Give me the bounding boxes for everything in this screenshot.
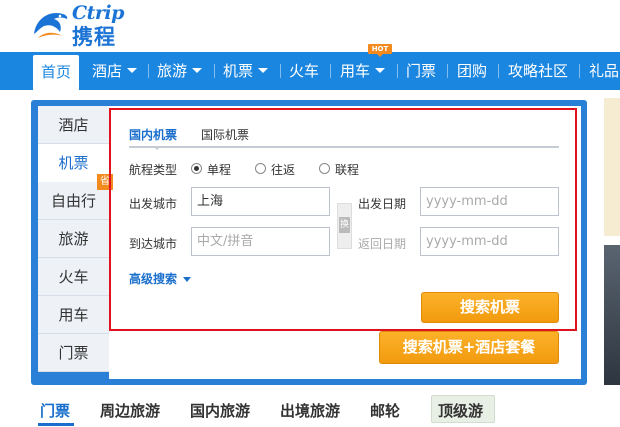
nav-home[interactable]: 首页 — [33, 55, 80, 90]
from-city-input[interactable]: 上海 — [191, 187, 330, 216]
side-tab-car[interactable]: 用车 — [38, 296, 109, 334]
depart-date-input[interactable]: yyyy-mm-dd — [420, 187, 559, 216]
nav-travel-label: 旅游 — [157, 62, 188, 80]
nav-divider — [579, 64, 580, 78]
radio-oneway-label[interactable]: 单程 — [207, 161, 231, 178]
nav-community[interactable]: 攻略社区 — [508, 52, 568, 90]
promo-banner[interactable] — [604, 98, 620, 236]
search-flight-hotel-button[interactable]: 搜索机票+酒店套餐 — [379, 331, 559, 364]
return-date-input[interactable]: yyyy-mm-dd — [420, 227, 559, 256]
nav-tickets[interactable]: 门票 — [406, 52, 436, 90]
nav-groupbuy[interactable]: 团购 — [457, 52, 487, 90]
bottom-tab-nearby[interactable]: 周边旅游 — [100, 400, 160, 421]
nav-divider — [498, 64, 499, 78]
advanced-search-label: 高级搜索 — [129, 272, 178, 286]
side-tab-hotel[interactable]: 酒店 — [38, 106, 109, 144]
bottom-tab-tickets[interactable]: 门票 — [40, 400, 70, 421]
promo-photo[interactable] — [604, 245, 620, 385]
tab-domestic-flights[interactable]: 国内机票 — [129, 126, 177, 150]
nav-gifts[interactable]: 礼品 — [589, 52, 619, 90]
hot-badge: HOT — [368, 44, 392, 57]
nav-divider — [330, 64, 331, 78]
nav-car[interactable]: 用车 — [340, 52, 386, 90]
brand-name-cn: 携程 — [72, 25, 116, 49]
dolphin-icon — [34, 12, 68, 38]
radio-oneway[interactable] — [191, 163, 202, 174]
nav-divider — [148, 64, 149, 78]
bottom-tab-domestic[interactable]: 国内旅游 — [190, 400, 250, 421]
radio-multicity[interactable] — [319, 163, 330, 174]
side-tab-travel[interactable]: 旅游 — [38, 220, 109, 258]
main-nav: 首页 酒店 旅游 机票 火车 用车 门票 团购 攻略社区 礼品 — [0, 52, 620, 90]
swap-cities-button[interactable]: 换 — [337, 203, 352, 249]
ctrip-homepage: Ctrip 携程 首页 酒店 旅游 机票 火车 用车 门票 团购 攻略社区 礼品… — [0, 0, 620, 427]
nav-flights[interactable]: 机票 — [223, 52, 269, 90]
nav-travel[interactable]: 旅游 — [157, 52, 203, 90]
chevron-down-icon — [258, 68, 269, 73]
nav-hotel[interactable]: 酒店 — [92, 52, 138, 90]
chevron-down-icon — [127, 68, 138, 73]
tab-international-flights[interactable]: 国际机票 — [201, 126, 249, 143]
product-tabs: 酒店 机票 自由行 省 旅游 火车 用车 门票 — [38, 106, 113, 372]
nav-divider — [214, 64, 215, 78]
swap-icon: 换 — [339, 217, 350, 233]
nav-hotel-label: 酒店 — [92, 62, 123, 80]
trip-type-label: 航程类型 — [129, 163, 178, 177]
chevron-down-icon — [375, 68, 386, 73]
return-date-label: 返回日期 — [358, 237, 407, 251]
to-city-input[interactable]: 中文/拼音 — [191, 227, 330, 256]
from-city-label: 出发城市 — [129, 197, 178, 211]
nav-divider — [447, 64, 448, 78]
depart-date-label: 出发日期 — [358, 197, 407, 211]
bottom-tab-cruise[interactable]: 邮轮 — [370, 400, 400, 421]
side-tab-train[interactable]: 火车 — [38, 258, 109, 296]
side-tab-tickets[interactable]: 门票 — [38, 334, 109, 372]
nav-divider — [280, 64, 281, 78]
chevron-down-icon — [192, 68, 203, 73]
advanced-search-toggle[interactable]: 高级搜索 — [129, 270, 192, 287]
chevron-down-icon — [183, 277, 192, 282]
search-flights-button[interactable]: 搜索机票 — [421, 292, 559, 323]
radio-multicity-label[interactable]: 联程 — [335, 161, 359, 178]
nav-divider — [397, 64, 398, 78]
nav-train[interactable]: 火车 — [289, 52, 319, 90]
active-tab-indicator — [38, 423, 74, 426]
radio-roundtrip[interactable] — [255, 163, 266, 174]
flight-type-tabs: 国内机票 国际机票 — [129, 124, 559, 150]
bottom-tab-luxury[interactable]: 顶级游 — [438, 400, 483, 421]
nav-car-label: 用车 — [340, 62, 371, 80]
nav-flights-label: 机票 — [223, 62, 254, 80]
side-tab-freetravel[interactable]: 自由行 省 — [38, 174, 113, 220]
to-city-label: 到达城市 — [129, 237, 178, 251]
ctrip-logo[interactable]: Ctrip 携程 — [30, 2, 150, 49]
radio-roundtrip-label[interactable]: 往返 — [271, 161, 295, 178]
side-tab-freetravel-label: 自由行 — [50, 192, 96, 210]
bottom-tab-outbound[interactable]: 出境旅游 — [280, 400, 340, 421]
